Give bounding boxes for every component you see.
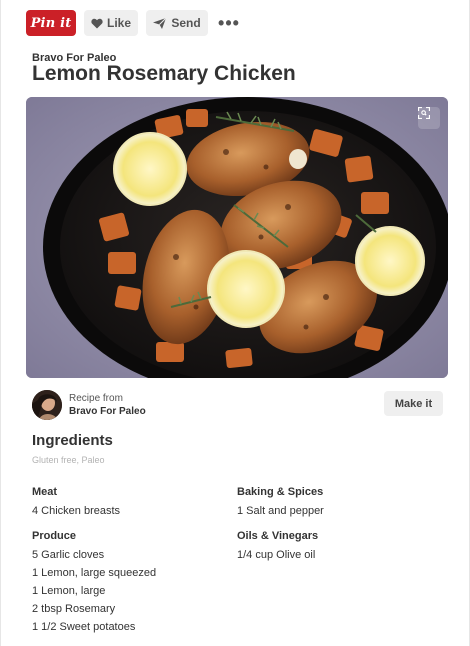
paper-plane-icon bbox=[153, 17, 167, 29]
like-label: Like bbox=[106, 16, 131, 30]
send-button[interactable]: Send bbox=[146, 10, 208, 36]
diet-tags: Gluten free, Paleo bbox=[32, 455, 105, 465]
ingredient-item: 1 1/2 Sweet potatoes bbox=[32, 621, 136, 633]
pin-image[interactable] bbox=[26, 97, 448, 378]
ingredient-item: 1 Salt and pepper bbox=[237, 505, 324, 517]
avatar[interactable] bbox=[32, 390, 62, 420]
ingredient-item: 1 Lemon, large squeezed bbox=[32, 567, 157, 579]
like-button[interactable]: Like bbox=[84, 10, 138, 36]
heart-icon bbox=[91, 18, 103, 29]
ingredient-item: 1 Lemon, large bbox=[32, 585, 106, 597]
ingredients-right-column: Baking & Spices 1 Salt and pepper Oils &… bbox=[237, 484, 437, 572]
ingredient-group-produce: Produce 5 Garlic cloves 1 Lemon, large s… bbox=[32, 528, 232, 636]
ingredient-group-title: Produce bbox=[32, 530, 77, 542]
ingredient-item: 1/4 cup Olive oil bbox=[237, 549, 316, 561]
ingredient-item: 5 Garlic cloves bbox=[32, 549, 105, 561]
ingredient-group-title: Meat bbox=[32, 486, 58, 498]
ingredient-group-meat: Meat 4 Chicken breasts bbox=[32, 484, 232, 520]
expand-image-button[interactable] bbox=[418, 107, 440, 129]
ingredients-left-column: Meat 4 Chicken breasts Produce 5 Garlic … bbox=[32, 484, 232, 644]
ingredient-group-oils-vinegars: Oils & Vinegars 1/4 cup Olive oil bbox=[237, 528, 437, 564]
recipe-source-name[interactable]: Bravo For Paleo bbox=[69, 405, 146, 418]
ingredient-item: 4 Chicken breasts bbox=[32, 505, 121, 517]
more-options-button[interactable]: ••• bbox=[216, 10, 242, 36]
pin-image-illustration bbox=[26, 97, 448, 378]
pin-title: Lemon Rosemary Chicken bbox=[32, 62, 296, 85]
recipe-from-text: Recipe from Bravo For Paleo bbox=[69, 392, 146, 418]
ingredient-group-title: Baking & Spices bbox=[237, 486, 324, 498]
send-label: Send bbox=[171, 16, 201, 30]
pin-toolbar: Pin it Like Send ••• bbox=[26, 10, 242, 36]
ingredient-group-title: Oils & Vinegars bbox=[237, 530, 319, 542]
recipe-from[interactable]: Recipe from Bravo For Paleo bbox=[32, 390, 146, 420]
make-it-button[interactable]: Make it bbox=[384, 391, 443, 416]
more-dots-icon: ••• bbox=[218, 12, 240, 33]
pin-it-button[interactable]: Pin it bbox=[26, 10, 76, 36]
ingredient-group-baking-spices: Baking & Spices 1 Salt and pepper bbox=[237, 484, 437, 520]
recipe-from-label: Recipe from bbox=[69, 393, 123, 404]
ingredients-heading: Ingredients bbox=[32, 432, 113, 449]
ingredient-item: 2 tbsp Rosemary bbox=[32, 603, 116, 615]
pin-closeup-card: Pin it Like Send ••• Bravo For Paleo Lem… bbox=[0, 0, 470, 646]
